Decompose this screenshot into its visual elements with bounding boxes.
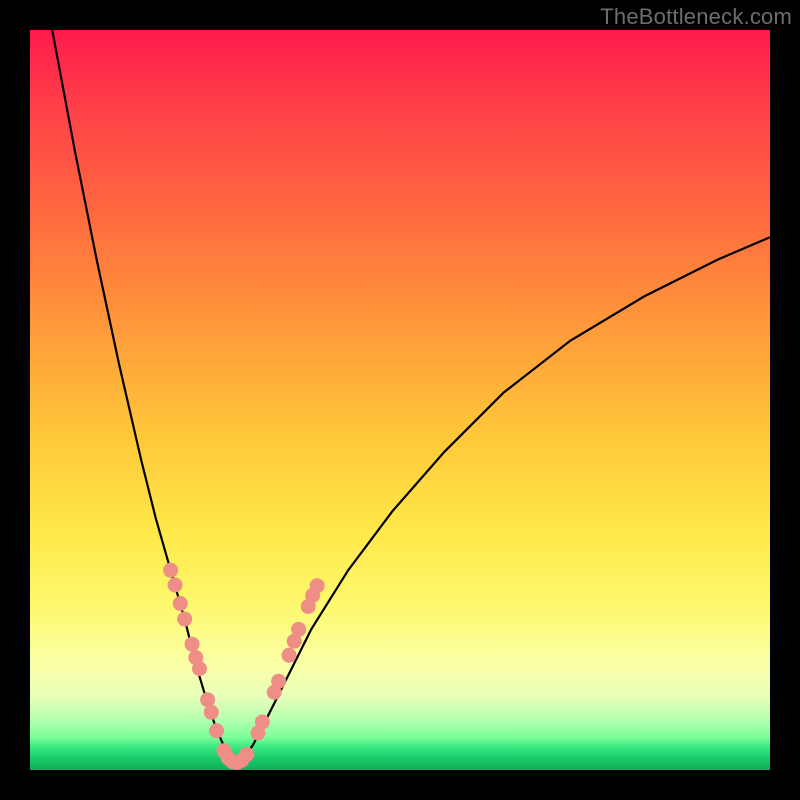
marker-dot bbox=[291, 622, 306, 637]
marker-dot bbox=[239, 747, 254, 762]
marker-dot bbox=[173, 596, 188, 611]
marker-dot bbox=[310, 578, 325, 593]
marker-dot bbox=[168, 578, 183, 593]
marker-dot bbox=[163, 563, 178, 578]
chart-frame: TheBottleneck.com bbox=[0, 0, 800, 800]
curve-layer bbox=[30, 30, 770, 770]
marker-dot bbox=[185, 637, 200, 652]
marker-dot bbox=[204, 705, 219, 720]
marker-dot bbox=[255, 714, 270, 729]
marker-cluster bbox=[163, 563, 325, 770]
marker-dot bbox=[192, 661, 207, 676]
marker-dot bbox=[271, 674, 286, 689]
curve-left-branch bbox=[52, 30, 236, 763]
watermark-text: TheBottleneck.com bbox=[600, 4, 792, 30]
marker-dot bbox=[282, 648, 297, 663]
plot-area bbox=[30, 30, 770, 770]
curve-right-branch bbox=[239, 237, 770, 762]
marker-dot bbox=[177, 612, 192, 627]
marker-dot bbox=[209, 723, 224, 738]
